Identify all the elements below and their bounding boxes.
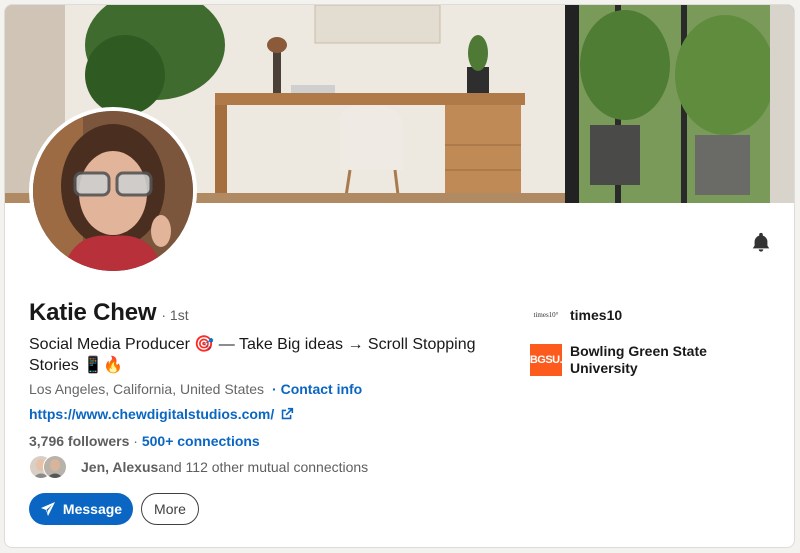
connections-link[interactable]: 500+ connections	[142, 433, 260, 449]
mutual-avatar	[43, 455, 67, 479]
external-link-icon[interactable]	[280, 407, 294, 421]
avatar-image	[33, 111, 193, 271]
website-link[interactable]: https://www.chewdigitalstudios.com/	[29, 406, 274, 422]
profile-location: Los Angeles, California, United States	[29, 381, 265, 397]
times10-logo: times10°	[533, 311, 559, 319]
followers-count: 3,796 followers	[29, 433, 130, 449]
org-name: times10	[570, 306, 623, 323]
org-name: Bowling Green State University	[570, 343, 707, 376]
profile-name: Katie Chew	[29, 299, 157, 326]
location-row: Los Angeles, California, United States · …	[29, 381, 362, 397]
org-bgsu[interactable]: BGSU. Bowling Green State University	[530, 343, 740, 377]
contact-info-link[interactable]: · Contact info	[272, 381, 362, 397]
name-row: Katie Chew · 1st	[29, 299, 189, 327]
mutual-names: Jen, Alexus	[81, 459, 159, 475]
stats-separator: ·	[129, 433, 142, 449]
message-button[interactable]: Message	[29, 493, 133, 525]
profile-avatar[interactable]	[29, 107, 197, 275]
bgsu-logo: BGSU.	[530, 344, 563, 376]
send-icon	[40, 502, 55, 516]
mutual-rest: and 112 other mutual connections	[158, 459, 369, 475]
mutual-avatars	[29, 455, 73, 479]
mutual-connections[interactable]: Jen, Alexus and 112 other mutual connect…	[29, 455, 368, 479]
bell-icon[interactable]	[750, 231, 772, 253]
more-button[interactable]: More	[141, 493, 199, 525]
profile-headline: Social Media Producer 🎯 — Take Big ideas…	[29, 336, 476, 374]
profile-card: Katie Chew · 1st Social Media Producer 🎯…	[4, 4, 795, 548]
message-button-label: Message	[62, 501, 123, 517]
org-times10[interactable]: times10° times10	[530, 299, 740, 331]
website-row: https://www.chewdigitalstudios.com/	[29, 406, 294, 422]
stats-row: 3,796 followers · 500+ connections	[29, 433, 260, 449]
connection-degree: · 1st	[161, 307, 189, 323]
